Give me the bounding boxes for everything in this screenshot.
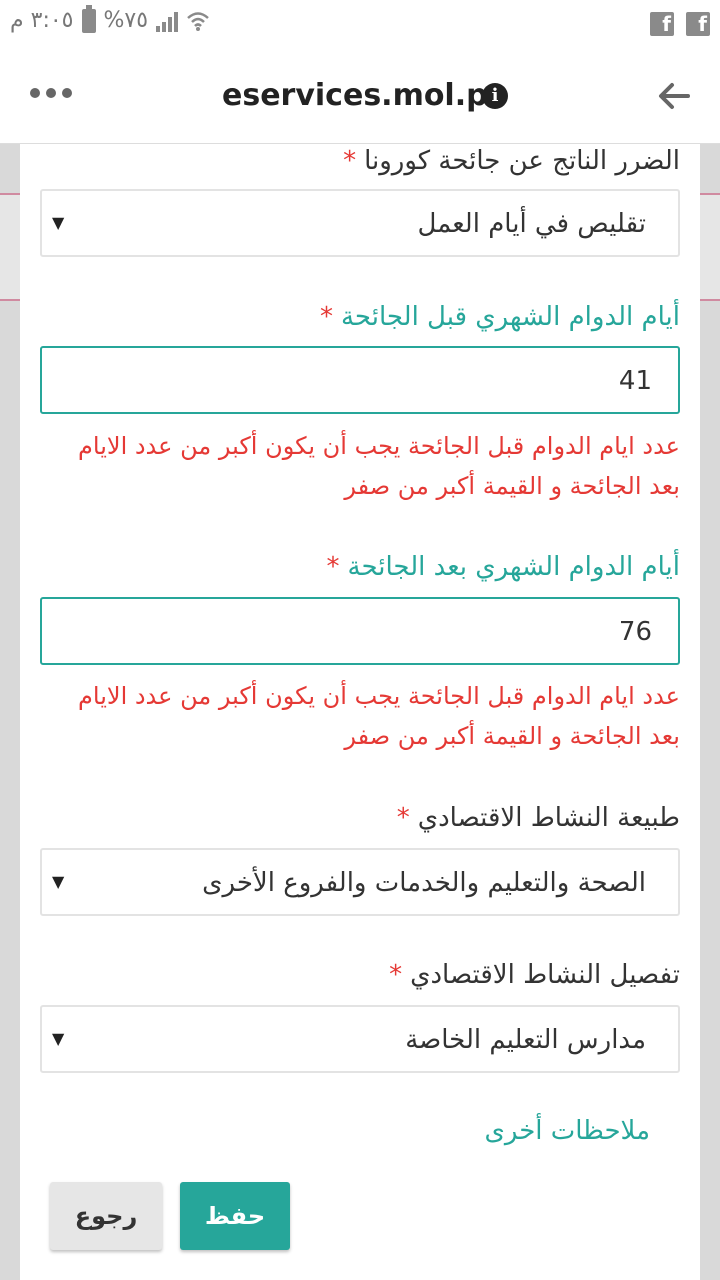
activity-detail-value: مدارس التعليم الخاصة xyxy=(405,1025,646,1055)
status-right: f f xyxy=(650,12,710,36)
url-text[interactable]: eservices.mol.ps xyxy=(222,78,505,113)
status-left: ٣:٠٥ م %٧٥ xyxy=(10,4,210,33)
activity-detail-label: تفصيل النشاط الاقتصادي* xyxy=(389,960,680,990)
clock: ٣:٠٥ م xyxy=(10,8,74,33)
corona-damage-label-text: الضرر الناتج عن جائحة كورونا xyxy=(364,146,680,176)
days-before-input[interactable]: 41 xyxy=(40,346,680,414)
activity-nature-label: طبيعة النشاط الاقتصادي* xyxy=(397,803,680,833)
facebook-icon: f xyxy=(650,12,674,36)
activity-nature-select[interactable]: الصحة والتعليم والخدمات والفروع الأخرى ▼ xyxy=(40,848,680,916)
days-after-error: عدد ايام الدوام قبل الجائحة يجب أن يكون … xyxy=(78,682,680,750)
dropdown-caret-icon: ▼ xyxy=(52,1029,65,1048)
signal-icon xyxy=(156,10,179,32)
back-button[interactable]: رجوع xyxy=(50,1182,162,1250)
corona-damage-select[interactable]: تقليص في أيام العمل ▼ xyxy=(40,189,680,257)
days-before-error: عدد ايام الدوام قبل الجائحة يجب أن يكون … xyxy=(78,432,680,500)
dropdown-caret-icon: ▼ xyxy=(52,872,65,891)
activity-nature-label-text: طبيعة النشاط الاقتصادي xyxy=(417,803,680,833)
days-after-label-text: أيام الدوام الشهري بعد الجائحة xyxy=(347,552,680,582)
days-after-value: 76 xyxy=(618,617,652,647)
activity-detail-select[interactable]: مدارس التعليم الخاصة ▼ xyxy=(40,1005,680,1073)
days-before-value: 41 xyxy=(618,366,652,396)
facebook-icon: f xyxy=(686,12,710,36)
required-mark: * xyxy=(326,552,340,582)
battery-icon xyxy=(81,4,96,33)
required-mark: * xyxy=(319,302,333,332)
back-arrow-icon[interactable] xyxy=(654,76,694,116)
wifi-icon xyxy=(187,11,209,31)
browser-toolbar: eservices.mol.ps i xyxy=(0,48,720,144)
required-mark: * xyxy=(389,960,403,990)
info-icon[interactable]: i xyxy=(482,83,508,109)
required-mark: * xyxy=(343,146,357,176)
required-mark: * xyxy=(396,803,410,833)
activity-detail-label-text: تفصيل النشاط الاقتصادي xyxy=(410,960,680,990)
days-after-input[interactable]: 76 xyxy=(40,597,680,665)
activity-nature-value: الصحة والتعليم والخدمات والفروع الأخرى xyxy=(202,868,646,898)
form-modal: الضرر الناتج عن جائحة كورونا* تقليص في أ… xyxy=(20,144,700,1280)
days-after-label: أيام الدوام الشهري بعد الجائحة* xyxy=(327,552,680,582)
more-options-icon[interactable] xyxy=(30,88,72,98)
days-before-label-text: أيام الدوام الشهري قبل الجائحة xyxy=(340,302,680,332)
dropdown-caret-icon: ▼ xyxy=(52,213,65,232)
days-before-label: أيام الدوام الشهري قبل الجائحة* xyxy=(320,302,680,332)
corona-damage-label: الضرر الناتج عن جائحة كورونا* xyxy=(343,146,680,176)
save-button[interactable]: حفظ xyxy=(180,1182,290,1250)
battery-percent: %٧٥ xyxy=(103,8,149,33)
screen: ٣:٠٥ م %٧٥ f f eservices.mol.ps i الضرر … xyxy=(0,0,720,1280)
notes-label[interactable]: ملاحظات أخرى xyxy=(485,1116,651,1146)
corona-damage-value: تقليص في أيام العمل xyxy=(417,209,646,239)
background-field-edge xyxy=(0,193,22,301)
status-bar: ٣:٠٥ م %٧٥ f f xyxy=(0,0,720,48)
